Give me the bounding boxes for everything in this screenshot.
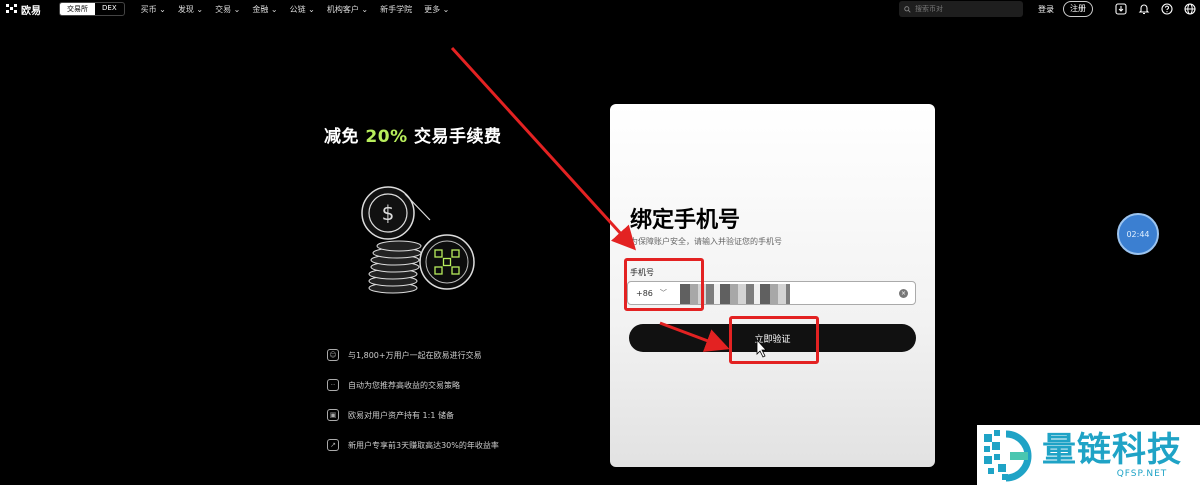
feature-list: ☺ 与1,800+万用户一起在欧易进行交易 ·· 自动为您推荐高收益的交易策略 … [327, 340, 499, 460]
headline-prefix: 减免 [324, 127, 366, 147]
svg-text:$: $ [382, 201, 395, 225]
menu-academy[interactable]: 新手学院 [380, 4, 412, 15]
feature-text: 自动为您推荐高收益的交易策略 [348, 380, 460, 390]
feature-text: 欧易对用户资产持有 1:1 储备 [348, 410, 454, 420]
headline-highlight: 20% [365, 127, 408, 147]
download-icon[interactable] [1114, 2, 1127, 15]
annotation-box-verify [729, 316, 819, 364]
menu-trade[interactable]: 交易 ⌄ [215, 4, 240, 15]
watermark: 量链科技 QFSP.NET [977, 425, 1200, 485]
feature-text: 新用户专享前3天赚取高达30%的年收益率 [348, 440, 499, 450]
feature-item: ☺ 与1,800+万用户一起在欧易进行交易 [327, 340, 499, 370]
annotation-arrows [450, 46, 767, 358]
headline-suffix: 交易手续费 [407, 127, 502, 147]
coins-illustration: $ [361, 186, 475, 294]
okx-logo-icon [6, 4, 18, 14]
tab-dex[interactable]: DEX [95, 3, 124, 15]
watermark-name: 量链科技 [1042, 430, 1182, 470]
chart-up-icon: ↗ [327, 439, 339, 451]
feature-item: ▣ 欧易对用户资产持有 1:1 储备 [327, 400, 499, 430]
register-button[interactable]: 注册 [1063, 1, 1093, 17]
help-icon[interactable] [1160, 2, 1173, 15]
card-title: 绑定手机号 [630, 208, 741, 233]
card-subtitle: 为保障账户安全，请输入并验证您的手机号 [630, 237, 782, 246]
recording-timer[interactable]: 02:44 [1117, 213, 1159, 255]
timer-text: 02:44 [1126, 229, 1150, 239]
menu-more[interactable]: 更多 ⌄ [424, 4, 449, 15]
feature-item: ↗ 新用户专享前3天赚取高达30%的年收益率 [327, 430, 499, 460]
menu-discover[interactable]: 发现 ⌄ [178, 4, 203, 15]
watermark-logo-icon [984, 430, 1032, 482]
brand-name: 欧易 [21, 5, 41, 17]
clear-icon[interactable]: × [899, 289, 908, 298]
vault-icon: ▣ [327, 409, 339, 421]
annotation-box-field-label [624, 258, 704, 311]
menu-chain[interactable]: 公链 ⌄ [290, 4, 315, 15]
bell-icon[interactable] [1137, 2, 1150, 15]
menu-finance[interactable]: 金融 ⌄ [252, 4, 277, 15]
login-link[interactable]: 登录 [1038, 4, 1054, 15]
search-icon [904, 5, 911, 13]
feature-text: 与1,800+万用户一起在欧易进行交易 [348, 350, 482, 360]
main-menu: 买币 ⌄ 发现 ⌄ 交易 ⌄ 金融 ⌄ 公链 ⌄ 机构客户 ⌄ 新手学院 更多 … [141, 4, 450, 15]
brand-logo[interactable]: 欧易 [6, 2, 41, 17]
feature-item: ·· 自动为您推荐高收益的交易策略 [327, 370, 499, 400]
search-input[interactable]: 搜索币对 [899, 1, 1023, 17]
top-icon-group [1114, 2, 1196, 15]
search-placeholder: 搜索币对 [915, 5, 943, 13]
menu-institutional[interactable]: 机构客户 ⌄ [327, 4, 368, 15]
robot-icon: ·· [327, 379, 339, 391]
promo-headline: 减免 20% 交易手续费 [324, 122, 502, 147]
tab-exchange[interactable]: 交易所 [60, 3, 95, 15]
globe-icon[interactable] [1183, 2, 1196, 15]
watermark-url: QFSP.NET [1116, 469, 1168, 479]
users-icon: ☺ [327, 349, 339, 361]
menu-buy-crypto[interactable]: 买币 ⌄ [141, 4, 166, 15]
mode-switch: 交易所 DEX [59, 2, 125, 16]
